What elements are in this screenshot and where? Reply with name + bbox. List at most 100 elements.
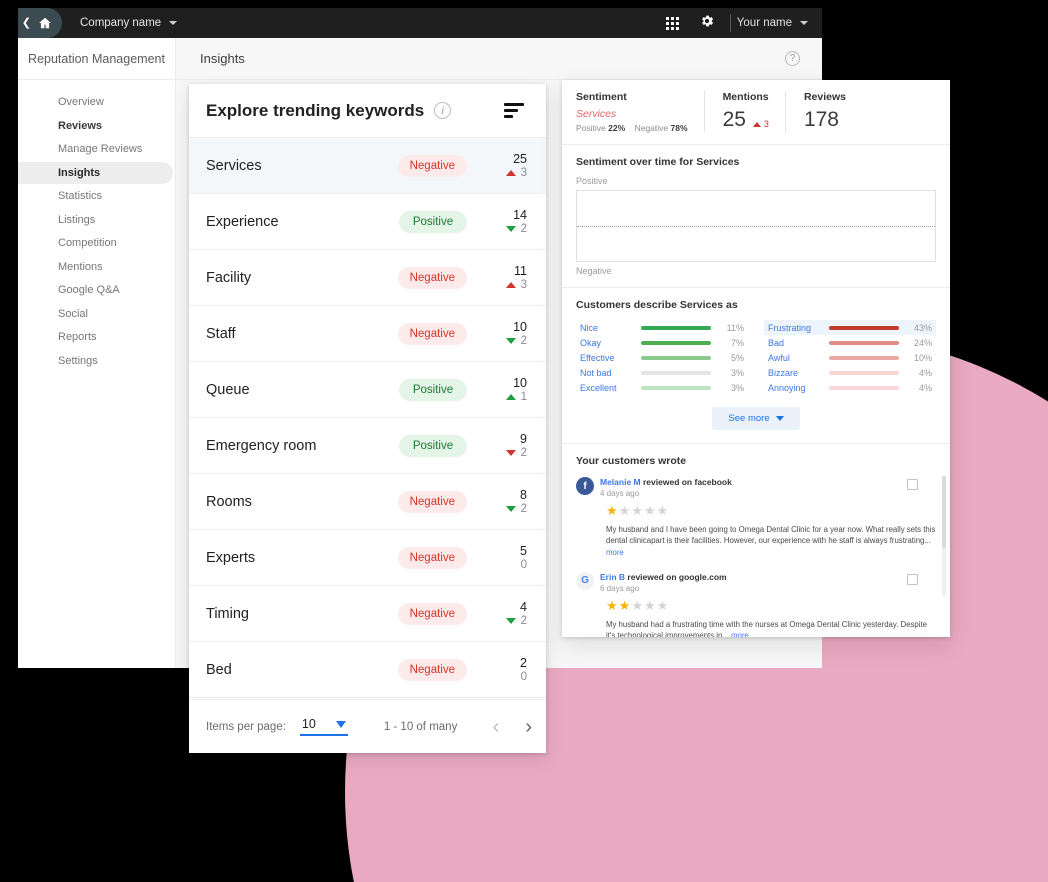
keyword-row[interactable]: Timing Negative 4 2 xyxy=(189,586,546,642)
sidebar-item-label: Google Q&A xyxy=(58,284,120,297)
describe-row[interactable]: Bad 24% xyxy=(764,335,936,350)
open-external-icon[interactable] xyxy=(907,479,918,490)
customer-reviews-section: Your customers wrote f Melanie M reviewed… xyxy=(562,444,950,637)
user-name-label: Your name xyxy=(736,17,792,29)
describe-row[interactable]: Bizzare 4% xyxy=(764,365,936,380)
info-icon[interactable]: i xyxy=(434,102,452,119)
describe-row[interactable]: Excellent 3% xyxy=(576,380,748,395)
sidebar-item-insights[interactable]: Insights xyxy=(18,161,173,184)
review-author[interactable]: Melanie M xyxy=(600,477,641,487)
describe-positive-column: Nice 11% Okay 7% Effective 5% Not bad 3% Excelle… xyxy=(576,320,748,395)
keyword-row[interactable]: Experience Positive 14 2 xyxy=(189,194,546,250)
describe-row[interactable]: Not bad 3% xyxy=(576,365,748,380)
back-chevron-icon[interactable]: ❮ xyxy=(22,17,31,29)
sidebar-item-manage-reviews[interactable]: Manage Reviews xyxy=(18,138,175,161)
keyword-metrics: 11 3 xyxy=(483,264,527,292)
review-time: 6 days ago xyxy=(600,583,640,593)
review-more-link[interactable]: more xyxy=(731,631,749,637)
review-item: f Melanie M reviewed on facebook 4 days ag… xyxy=(576,477,936,558)
user-menu[interactable]: Your name xyxy=(737,17,822,29)
sidebar-item-overview[interactable]: Overview xyxy=(18,91,175,114)
sidebar-item-label: Mentions xyxy=(58,260,103,273)
describe-row[interactable]: Nice 11% xyxy=(576,320,748,335)
review-rating: ★ ★ ★ ★ ★ xyxy=(606,504,936,517)
keyword-delta-value: 2 xyxy=(520,502,527,515)
sidebar-item-settings[interactable]: Settings xyxy=(18,350,175,373)
sidebar-item-mentions[interactable]: Mentions xyxy=(18,256,175,279)
triangle-up-icon xyxy=(752,121,761,127)
triangle-down-icon xyxy=(505,225,516,232)
keyword-row[interactable]: Bed Negative 2 0 xyxy=(189,642,546,698)
keyword-row[interactable]: Queue Positive 10 1 xyxy=(189,362,546,418)
keyword-row[interactable]: Experts Negative 5 0 xyxy=(189,530,546,586)
keyword-count: 11 xyxy=(514,263,527,278)
positive-label: Positive xyxy=(576,123,606,133)
open-external-icon[interactable] xyxy=(907,573,918,585)
mentions-value-row: 25 3 xyxy=(723,108,769,132)
keyword-name: Bed xyxy=(206,661,232,678)
apps-grid-button[interactable] xyxy=(656,8,690,38)
keyword-row[interactable]: Emergency room Positive 9 2 xyxy=(189,418,546,474)
sidebar-item-social[interactable]: Social xyxy=(18,303,175,326)
sort-descending-icon[interactable] xyxy=(504,103,524,118)
keyword-row[interactable]: Staff Negative 10 2 xyxy=(189,306,546,362)
next-page-button[interactable]: › xyxy=(525,717,532,737)
sidebar-item-statistics[interactable]: Statistics xyxy=(18,185,175,208)
keyword-name: Emergency room xyxy=(206,437,317,454)
sentiment-badge: Negative xyxy=(397,602,467,625)
describe-label[interactable]: Annoying xyxy=(768,383,822,393)
describe-label[interactable]: Bad xyxy=(768,338,822,348)
describe-percent: 7% xyxy=(730,337,744,348)
keyword-row[interactable]: Facility Negative 11 3 xyxy=(189,250,546,306)
see-more-button[interactable]: See more xyxy=(712,407,800,430)
sentiment-badge: Negative xyxy=(397,266,467,289)
star-icon: ★ xyxy=(656,597,669,613)
sentiment-badge: Negative xyxy=(397,490,467,513)
describe-label[interactable]: Nice xyxy=(580,323,634,333)
describe-bar xyxy=(829,325,899,330)
keyword-delta-value: 1 xyxy=(520,390,527,403)
sidebar-item-google-q-a[interactable]: Google Q&A xyxy=(18,279,175,302)
describe-row[interactable]: Frustrating 43% xyxy=(764,320,936,335)
trending-keywords-card: Explore trending keywords i Services Nega… xyxy=(189,84,546,753)
items-per-page-select[interactable]: 10 xyxy=(299,717,348,736)
describe-label[interactable]: Effective xyxy=(580,353,634,363)
settings-button[interactable] xyxy=(690,8,724,38)
star-icon: ★ xyxy=(631,503,643,518)
sidebar-item-listings[interactable]: Listings xyxy=(18,209,175,232)
sidebar-item-label: Reports xyxy=(58,331,97,344)
star-icon: ★ xyxy=(618,503,631,518)
describe-row[interactable]: Annoying 4% xyxy=(764,380,936,395)
question-mark-icon[interactable]: ? xyxy=(785,51,800,66)
pagination-range: 1 - 10 of many xyxy=(383,720,458,733)
triangle-down-icon xyxy=(505,505,516,512)
sidebar-item-reviews[interactable]: Reviews xyxy=(18,115,175,138)
keyword-name: Queue xyxy=(206,381,250,398)
describe-label[interactable]: Frustrating xyxy=(768,323,822,333)
keyword-count: 10 xyxy=(513,375,527,390)
keyword-row[interactable]: Services Negative 25 3 xyxy=(189,138,546,194)
review-item: G Erin B reviewed on google.com 6 days ago… xyxy=(576,571,936,637)
company-selector[interactable]: Company name xyxy=(80,8,178,38)
keyword-row[interactable]: Rooms Negative 8 2 xyxy=(189,474,546,530)
describe-row[interactable]: Effective 5% xyxy=(576,350,748,365)
describe-label[interactable]: Excellent xyxy=(580,383,634,393)
prev-page-button[interactable]: ‹ xyxy=(493,717,500,737)
describe-percent: 5% xyxy=(730,352,744,363)
keyword-count: 4 xyxy=(520,599,527,614)
describe-label[interactable]: Okay xyxy=(580,338,634,348)
describe-label[interactable]: Not bad xyxy=(580,368,634,378)
reviews-scrollbar[interactable] xyxy=(942,476,946,596)
home-button[interactable]: ❮ xyxy=(18,8,62,38)
review-more-link[interactable]: more xyxy=(606,548,624,557)
sidebar-item-competition[interactable]: Competition xyxy=(18,232,175,255)
chevron-down-icon xyxy=(335,720,346,728)
sidebar-item-reports[interactable]: Reports xyxy=(18,326,175,349)
review-body: My husband had a frustrating time with t… xyxy=(606,619,927,637)
describe-row[interactable]: Awful 10% xyxy=(764,350,936,365)
describe-label[interactable]: Bizzare xyxy=(768,368,822,378)
review-author[interactable]: Erin B xyxy=(600,572,625,582)
keyword-delta-value: 0 xyxy=(520,558,527,571)
describe-label[interactable]: Awful xyxy=(768,353,822,363)
describe-row[interactable]: Okay 7% xyxy=(576,335,748,350)
